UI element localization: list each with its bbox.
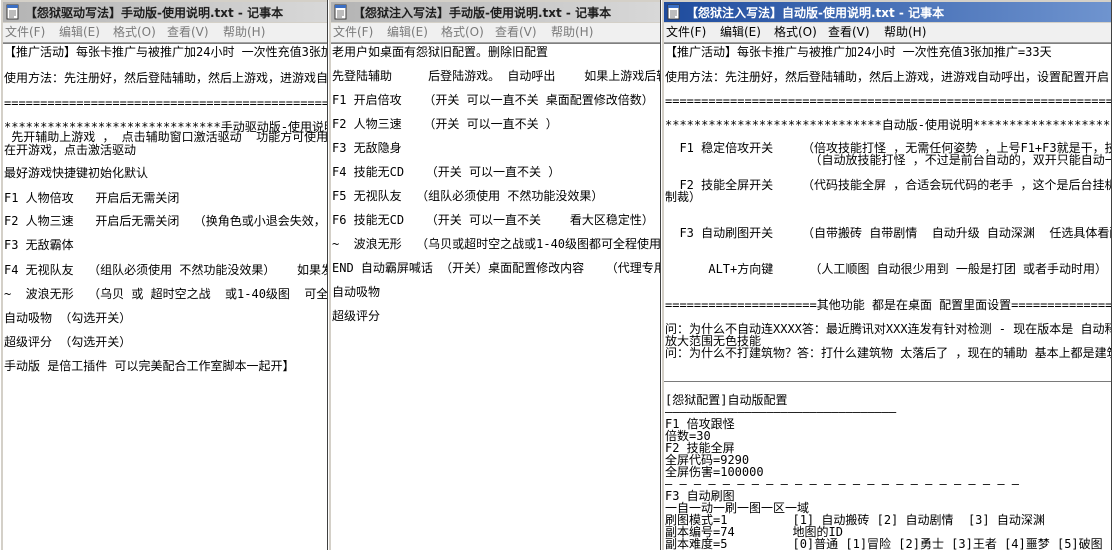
menu-bar: 文件(F) 编辑(E) 格式(O) 查看(V) 帮助(H) — [3, 23, 327, 43]
notepad-icon[interactable] — [333, 4, 349, 20]
window-title: 【怨狱注入写法】手动版-使用说明.txt - 记事本 — [353, 5, 612, 20]
text-line: （自动放技能打怪 ，不过是前台自动的，双开只能自动一个） — [665, 153, 1111, 167]
text-line: 【推广活动】每张卡推广与被推广加24小时 一次性充值3张加推广=33天 — [665, 45, 1052, 59]
notepad-window-inject-manual[interactable]: 【怨狱注入写法】手动版-使用说明.txt - 记事本 文件(F) 编辑(E) 格… — [328, 0, 661, 550]
text-line: 超级评分 — [332, 309, 381, 323]
text-line: F2 人物三速 开启后无需关闭 （换角色或小退会失效， — [4, 214, 326, 228]
text-line: F2 技能全屏开关 （代码技能全屏 ，合适会玩代码的老手 ，这个是后台挂机的 — [665, 178, 1111, 192]
text-line: 自动吸物 — [332, 285, 381, 299]
text-line: ========================================… — [665, 94, 1111, 108]
text-line: 老用户如桌面有怨狱旧配置。删除旧配置 — [332, 45, 549, 59]
text-line: ~ 波浪无形 （乌贝 或 超时空之战 或1-40级图 可全程 — [4, 287, 327, 301]
text-editor-area[interactable]: 【推广活动】每张卡推广与被推广加24小时 一次性充值3张加推广=33天 使用方法… — [664, 43, 1111, 550]
text-line: 问：为什么不打建筑物？答：打什么建筑物 太落后了 ，现在的辅助 基本上都是建筑 — [665, 346, 1111, 360]
text-line: 先登陆辅助 后登陆游戏。 自动呼出 如果上游戏后辅助 — [332, 69, 660, 83]
text-line: 【推广活动】每张卡推广与被推广加24小时 一次性充值3张加 — [4, 45, 327, 59]
text-line: 副本难度=5 [0]普通 [1]冒险 [2]勇士 [3]王者 [4]噩梦 [5]… — [665, 537, 1103, 550]
text-line: ******************************自动版-使用说明**… — [665, 118, 1111, 132]
notepad-icon[interactable] — [666, 4, 682, 20]
text-line: ========================================… — [4, 96, 327, 110]
separator-line — [664, 381, 1111, 382]
menu-edit[interactable]: 编辑(E) — [59, 26, 100, 39]
text-editor-area[interactable]: 老用户如桌面有怨狱旧配置。删除旧配置 先登陆辅助 后登陆游戏。 自动呼出 如果上… — [331, 43, 660, 550]
menu-help[interactable]: 帮助(H) — [551, 26, 593, 39]
menu-edit[interactable]: 编辑(E) — [387, 26, 428, 39]
notepad-icon[interactable] — [5, 4, 21, 20]
menu-bar: 文件(F) 编辑(E) 格式(O) 查看(V) 帮助(H) — [664, 23, 1111, 43]
notepad-window-driver-manual[interactable]: 【怨狱驱动写法】手动版-使用说明.txt - 记事本 文件(F) 编辑(E) 格… — [0, 0, 328, 550]
menu-file[interactable]: 文件(F) — [666, 26, 706, 39]
text-line: F4 无视队友 （组队必须使用 不然功能没效果） 如果发现 — [4, 263, 327, 277]
menu-view[interactable]: 查看(V) — [828, 26, 870, 39]
menu-file[interactable]: 文件(F) — [333, 26, 373, 39]
menu-edit[interactable]: 编辑(E) — [720, 26, 761, 39]
text-line: 先开辅助上游戏 ， 点击辅助窗口激活驱动 功能方可使用 — [4, 130, 327, 144]
text-line: 使用方法：先注册好，然后登陆辅助，然后上游戏，进游戏自动呼出，设置配置开启 — [665, 70, 1110, 84]
text-line: F5 无视队友 （组队必须使用 不然功能没效果） — [332, 189, 604, 203]
menu-view[interactable]: 查看(V) — [167, 26, 209, 39]
text-line: F3 自动刷图开关 （自带搬砖 自带剧情 自动升级 自动深渊 任选具体看配置 — [665, 226, 1111, 240]
text-line: 最好游戏快捷键初始化默认 — [4, 166, 149, 180]
title-bar[interactable]: 【怨狱驱动写法】手动版-使用说明.txt - 记事本 — [3, 2, 327, 22]
text-line: ALT+方向键 （人工顺图 自动很少用到 一般是打团 或者手动时用） — [665, 262, 1108, 276]
text-line: =====================其他功能 都是在桌面 配置里面设置==… — [665, 298, 1111, 312]
text-line: 使用方法：先注册好，然后登陆辅助，然后上游戏，进游戏自 — [4, 71, 327, 85]
menu-format[interactable]: 格式(O) — [441, 26, 484, 39]
text-line: 自动吸物 （勾选开关） — [4, 311, 132, 325]
text-line: F6 技能无CD （开关 可以一直不关 看大区稳定性） — [332, 213, 654, 227]
text-line: F1 开启倍攻 （开关 可以一直不关 桌面配置修改倍数） — [332, 93, 654, 107]
notepad-window-inject-auto[interactable]: 【怨狱注入写法】自动版-使用说明.txt - 记事本 文件(F) 编辑(E) 格… — [661, 0, 1112, 550]
menu-format[interactable]: 格式(O) — [113, 26, 156, 39]
menu-format[interactable]: 格式(O) — [774, 26, 817, 39]
text-line: F3 无敌隐身 — [332, 141, 402, 155]
text-line: 超级评分 （勾选开关） — [4, 335, 132, 349]
menu-help[interactable]: 帮助(H) — [884, 26, 926, 39]
text-line: F4 技能无CD （开关 可以一直不关 ） — [332, 165, 561, 179]
text-line: 在开游戏，点击激活驱动 — [4, 143, 137, 157]
menu-file[interactable]: 文件(F) — [5, 26, 45, 39]
title-bar[interactable]: 【怨狱注入写法】自动版-使用说明.txt - 记事本 — [664, 2, 1111, 22]
text-line: F3 无敌霸体 — [4, 238, 74, 252]
menu-help[interactable]: 帮助(H) — [223, 26, 265, 39]
text-line: END 自动霸屏喊话 （开关）桌面配置修改内容 （代理专用 — [332, 261, 660, 275]
text-line: F1 人物倍攻 开启后无需关闭 — [4, 191, 180, 205]
text-line: 手动版 是倍工插件 可以完美配合工作室脚本一起开】 — [4, 359, 295, 373]
text-editor-area[interactable]: 【推广活动】每张卡推广与被推广加24小时 一次性充值3张加 使用方法：先注册好，… — [3, 43, 327, 550]
text-line: ~ 波浪无形 （乌贝或超时空之战或1-40级图都可全程使用） — [332, 237, 660, 251]
title-bar[interactable]: 【怨狱注入写法】手动版-使用说明.txt - 记事本 — [331, 2, 660, 22]
text-line: F2 人物三速 （开关 可以一直不关 ） — [332, 117, 558, 131]
menu-view[interactable]: 查看(V) — [495, 26, 537, 39]
text-line: 制裁） — [665, 190, 702, 204]
window-title: 【怨狱驱动写法】手动版-使用说明.txt - 记事本 — [25, 5, 284, 20]
menu-bar: 文件(F) 编辑(E) 格式(O) 查看(V) 帮助(H) — [331, 23, 660, 43]
window-title: 【怨狱注入写法】自动版-使用说明.txt - 记事本 — [686, 5, 945, 20]
